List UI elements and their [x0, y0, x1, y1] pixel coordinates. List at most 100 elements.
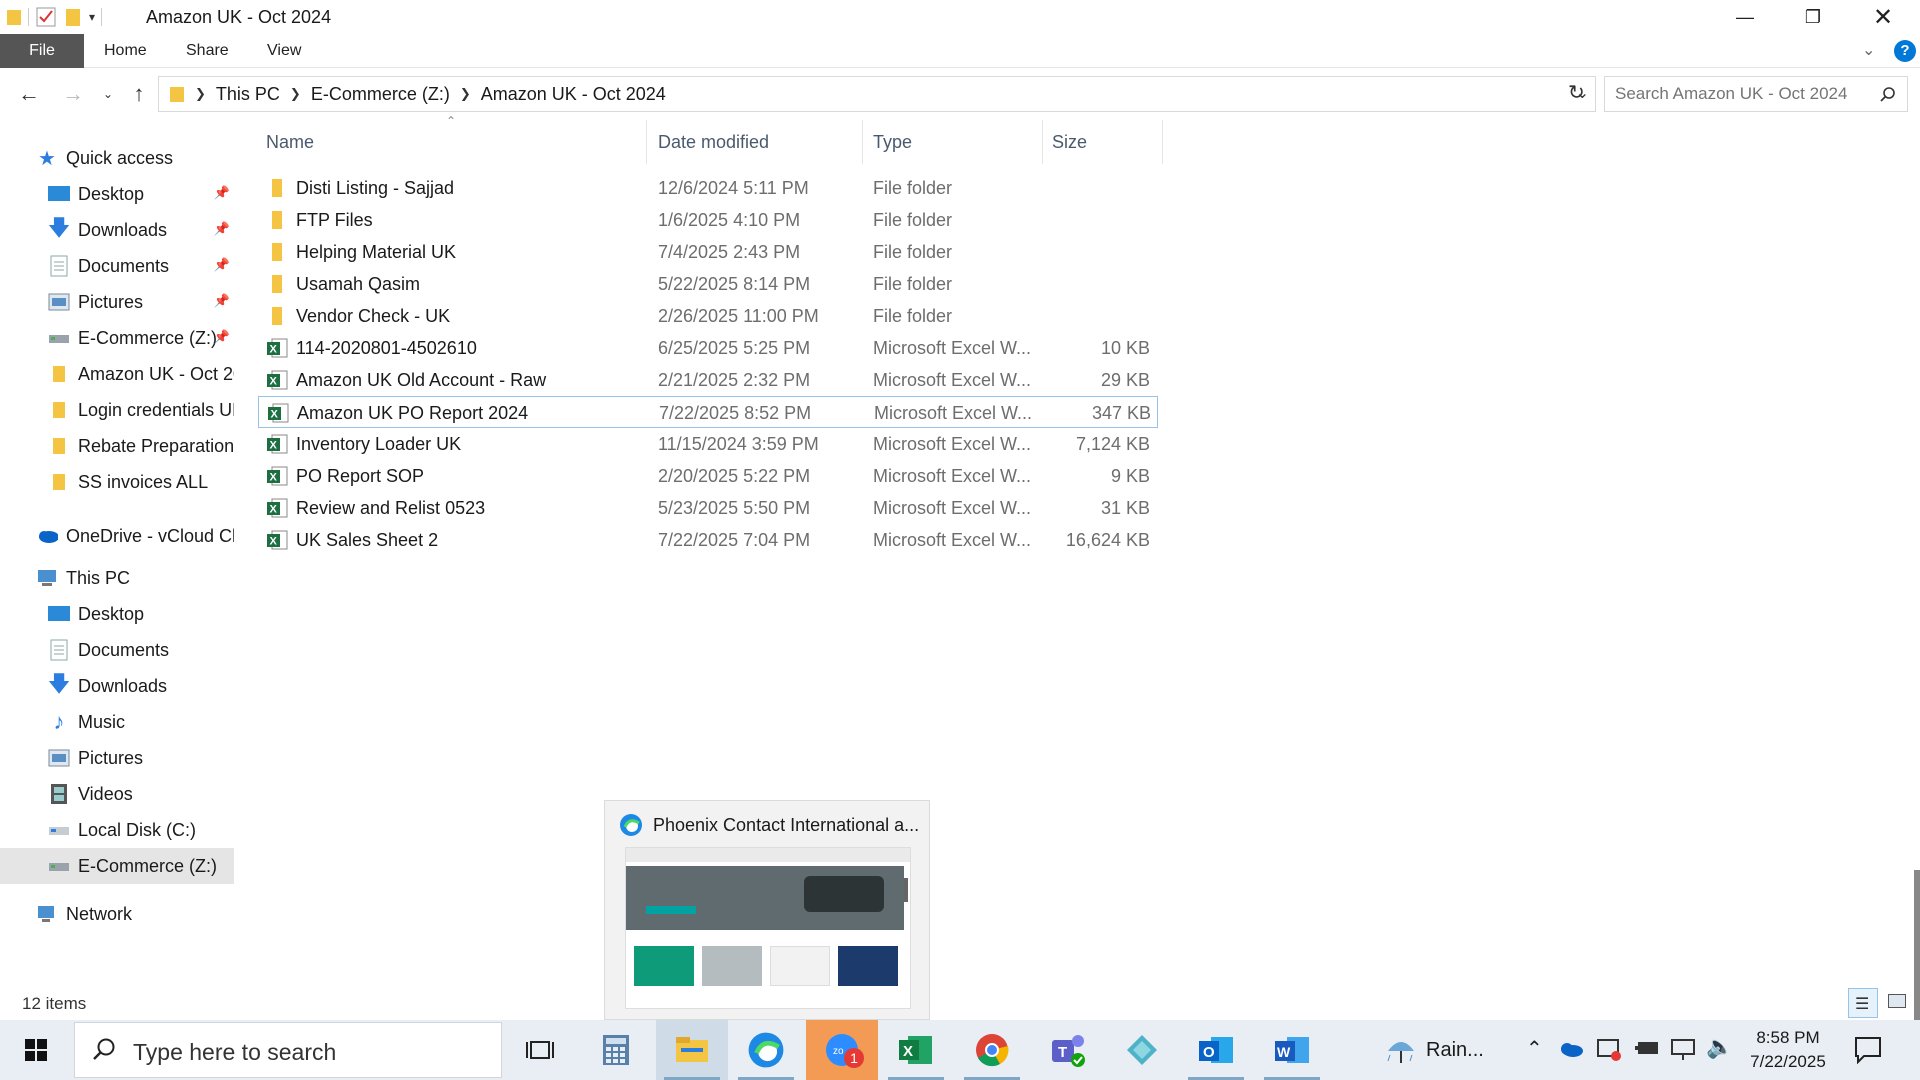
new-folder-icon[interactable] [63, 6, 83, 28]
nav-e-commerce-drive[interactable]: E-Commerce (Z:) 📌 [48, 320, 234, 356]
taskbar-chrome[interactable] [956, 1020, 1028, 1080]
large-icons-view-button[interactable] [1882, 988, 1912, 1018]
folder-row[interactable]: Disti Listing - Sajjad 12/6/2024 5:11 PM F… [258, 172, 1158, 204]
taskbar-calculator[interactable] [580, 1020, 652, 1080]
tab-view[interactable]: View [267, 34, 301, 68]
nav-downloads[interactable]: 🡇 Downloads 📌 [48, 212, 234, 248]
back-button[interactable]: ← [14, 80, 44, 108]
file-name: UK Sales Sheet 2 [296, 530, 439, 550]
breadcrumb-separator-icon[interactable]: ❯ [290, 86, 301, 102]
nav-onedrive[interactable]: OneDrive - vCloud Ch [36, 518, 234, 554]
column-header-type[interactable]: Type [873, 120, 912, 164]
taskbar-thumbnail-preview[interactable]: Phoenix Contact International a... [604, 800, 930, 1020]
nav-pc-music[interactable]: ♪ Music [48, 704, 234, 740]
tab-share[interactable]: Share [186, 34, 229, 68]
nav-documents[interactable]: Documents 📌 [48, 248, 234, 284]
nav-pictures[interactable]: Pictures 📌 [48, 284, 234, 320]
back-arrow-icon: ← [18, 81, 40, 106]
nav-desktop[interactable]: Desktop 📌 [48, 176, 234, 212]
close-button[interactable]: ✕ [1848, 0, 1918, 34]
details-view-button[interactable]: ☰ [1848, 988, 1878, 1018]
weather-widget[interactable]: Rain... [1384, 1032, 1504, 1068]
taskbar-excel[interactable]: X [880, 1020, 952, 1080]
file-row[interactable]: X PO Report SOP 2/20/2025 5:22 PM Microsoft… [258, 460, 1158, 492]
recent-locations-button[interactable]: ⌄ [94, 80, 122, 108]
file-size [1048, 268, 1150, 300]
nav-ss-invoices-folder[interactable]: SS invoices ALL [48, 464, 234, 500]
breadcrumb-separator-icon[interactable]: ❯ [460, 86, 471, 102]
refresh-icon[interactable]: ↻ [1568, 80, 1585, 105]
folder-row[interactable]: Vendor Check - UK 2/26/2025 11:00 PM File … [258, 300, 1158, 332]
nav-amazon-uk-folder[interactable]: Amazon UK - Oct 2024 [48, 356, 234, 392]
nav-quick-access[interactable]: ★ Quick access [36, 140, 234, 176]
file-row[interactable]: X Inventory Loader UK 11/15/2024 3:59 PM Mi… [258, 428, 1158, 460]
nav-pc-desktop[interactable]: Desktop [48, 596, 234, 632]
nav-pc-pictures[interactable]: Pictures [48, 740, 234, 776]
taskbar-file-explorer[interactable] [656, 1020, 728, 1080]
expand-ribbon-chevron-icon[interactable]: ⌄ [1862, 40, 1875, 60]
column-divider[interactable] [646, 120, 647, 164]
taskbar-zoom[interactable]: zo 1 [806, 1020, 878, 1080]
file-row[interactable]: X UK Sales Sheet 2 7/22/2025 7:04 PM Micros… [258, 524, 1158, 556]
nav-login-credentials-folder[interactable]: Login credentials UK [48, 392, 234, 428]
svg-text:X: X [270, 344, 278, 356]
column-divider[interactable] [862, 120, 863, 164]
taskbar-word[interactable]: W [1256, 1020, 1328, 1080]
properties-icon[interactable] [35, 6, 57, 28]
nav-pc-documents[interactable]: Documents [48, 632, 234, 668]
taskbar-app[interactable] [1106, 1020, 1178, 1080]
nav-network[interactable]: Network [36, 896, 234, 932]
clock-date[interactable]: 7/22/2025 [1740, 1052, 1836, 1072]
file-row[interactable]: X Review and Relist 0523 5/23/2025 5:50 PM… [258, 492, 1158, 524]
column-header-size[interactable]: Size [1052, 120, 1087, 164]
file-row[interactable]: X Amazon UK Old Account - Raw 2/21/2025 2:… [258, 364, 1158, 396]
column-header-date[interactable]: Date modified [658, 120, 769, 164]
onedrive-cloud-icon[interactable] [1558, 1040, 1584, 1058]
taskbar-teams[interactable]: T [1032, 1020, 1104, 1080]
nav-pc-videos[interactable]: Videos [48, 776, 234, 812]
help-icon[interactable]: ? [1894, 40, 1916, 62]
search-input[interactable] [1615, 82, 1871, 106]
volume-icon[interactable]: 🔈 [1706, 1034, 1733, 1060]
nav-local-disk[interactable]: Local Disk (C:) [48, 812, 234, 848]
nav-pc-downloads[interactable]: 🡇 Downloads [48, 668, 234, 704]
taskbar-search-box[interactable]: Type here to search [74, 1022, 502, 1078]
restore-button[interactable]: ❐ [1778, 0, 1848, 34]
task-view-button[interactable] [504, 1020, 576, 1080]
file-row[interactable]: X Amazon UK PO Report 2024 7/22/2025 8:52 … [258, 396, 1158, 428]
security-alert-icon[interactable] [1596, 1036, 1622, 1062]
nav-pc-e-commerce-drive[interactable]: E-Commerce (Z:) [0, 848, 234, 884]
taskbar-edge[interactable] [730, 1020, 802, 1080]
show-hidden-icons-chevron-icon[interactable]: ⌃ [1526, 1036, 1543, 1061]
scrollbar-thumb[interactable] [1914, 870, 1920, 1020]
folder-row[interactable]: Usamah Qasim 5/22/2025 8:14 PM File folder [258, 268, 1158, 300]
breadcrumb-e-commerce[interactable]: E-Commerce (Z:) [311, 84, 450, 105]
address-bar[interactable]: ❯ This PC ❯ E-Commerce (Z:) ❯ Amazon UK … [158, 76, 1596, 112]
column-header-name[interactable]: Name [266, 120, 314, 164]
search-box[interactable] [1604, 76, 1908, 112]
column-divider[interactable] [1042, 120, 1043, 164]
notifications-icon[interactable] [1854, 1036, 1882, 1064]
folder-row[interactable]: FTP Files 1/6/2025 4:10 PM File folder [258, 204, 1158, 236]
file-row[interactable]: X 114-2020801-4502610 6/25/2025 5:25 PM Mic… [258, 332, 1158, 364]
taskbar-outlook[interactable]: O [1180, 1020, 1252, 1080]
breadcrumb-separator-icon[interactable]: ❯ [195, 86, 206, 102]
file-size: 9 KB [1110, 466, 1150, 486]
search-icon[interactable] [1879, 86, 1897, 104]
up-button[interactable]: ↑ [124, 80, 154, 108]
minimize-button[interactable]: — [1710, 0, 1780, 34]
tab-home[interactable]: Home [104, 34, 147, 68]
breadcrumb-current-folder[interactable]: Amazon UK - Oct 2024 [481, 84, 666, 105]
forward-button[interactable]: → [58, 80, 88, 108]
column-divider[interactable] [1162, 120, 1163, 164]
clock-time[interactable]: 8:58 PM [1740, 1028, 1836, 1048]
tab-file[interactable]: File [0, 34, 84, 68]
nav-this-pc[interactable]: This PC [36, 560, 234, 596]
folder-row[interactable]: Helping Material UK 7/4/2025 2:43 PM File … [258, 236, 1158, 268]
battery-icon[interactable] [1634, 1038, 1662, 1058]
customize-toolbar-chevron-icon[interactable]: ▾ [89, 10, 95, 24]
nav-rebate-preparation-folder[interactable]: Rebate Preparation [48, 428, 234, 464]
network-status-icon[interactable] [1670, 1036, 1698, 1062]
breadcrumb-this-pc[interactable]: This PC [216, 84, 280, 105]
start-button[interactable] [0, 1020, 72, 1080]
